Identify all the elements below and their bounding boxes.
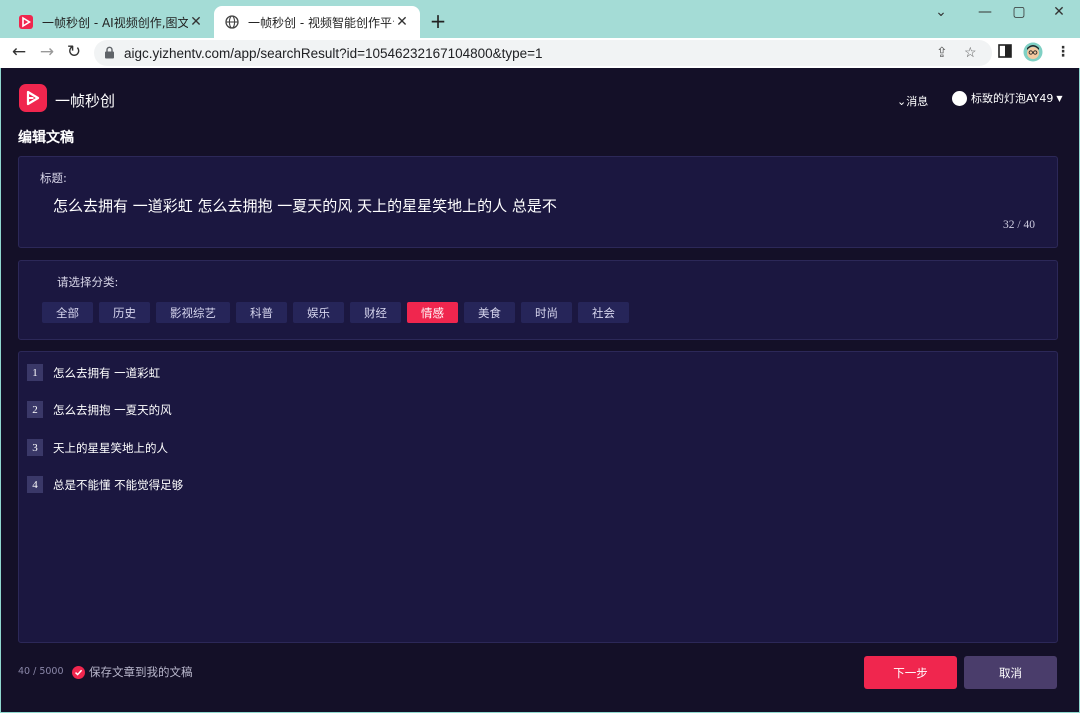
save-to-drafts-checkbox[interactable]: 保存文章到我的文稿 (72, 664, 193, 680)
bookmark-star-icon[interactable]: ☆ (964, 44, 977, 61)
share-icon[interactable]: ⇪ (936, 44, 948, 61)
tab-title: 一帧秒创 - AI视频创作,图文转视 (42, 15, 188, 30)
back-icon[interactable]: ← (8, 42, 30, 62)
line-text[interactable]: 总是不能懂 不能觉得足够 (53, 477, 183, 493)
page-title: 编辑文稿 (18, 130, 74, 146)
script-line[interactable]: 2 怎么去拥抱 一夏天的风 (27, 401, 172, 418)
line-number: 1 (27, 364, 43, 381)
checkmark-icon (72, 665, 85, 679)
title-label: 标题: (40, 171, 67, 185)
script-line[interactable]: 3 天上的星星笑地上的人 (27, 439, 168, 456)
address-bar[interactable]: aigc.yizhentv.com/app/searchResult?id=10… (94, 40, 992, 66)
forward-icon[interactable]: → (36, 42, 58, 62)
browser-titlebar: 一帧秒创 - AI视频创作,图文转视 ✕ 一帧秒创 - 视频智能创作平台 - A… (0, 0, 1080, 38)
caret-down-icon: ▼ (1056, 93, 1063, 103)
save-label: 保存文章到我的文稿 (89, 665, 193, 679)
line-number: 3 (27, 439, 43, 456)
category-label: 请选择分类: (57, 275, 119, 289)
app-root: 一帧秒创 ⌄消息 标致的灯泡AY49 ▼ 编辑文稿 标题: 怎么去拥有 一道彩虹… (1, 68, 1079, 712)
cancel-button[interactable]: 取消 (964, 656, 1057, 689)
category-chip-history[interactable]: 历史 (99, 302, 150, 323)
title-input[interactable]: 怎么去拥有 一道彩虹 怎么去拥抱 一夏天的风 天上的星星笑地上的人 总是不 (53, 195, 557, 216)
line-text[interactable]: 天上的星星笑地上的人 (53, 440, 168, 456)
category-chip-entertainment[interactable]: 娱乐 (293, 302, 344, 323)
category-chip-film-tv[interactable]: 影视综艺 (156, 302, 230, 323)
category-chip-all[interactable]: 全部 (42, 302, 93, 323)
browser-tab-2[interactable]: 一帧秒创 - 视频智能创作平台 - A ✕ (214, 6, 420, 38)
tab-title: 一帧秒创 - 视频智能创作平台 - A (248, 15, 394, 30)
category-chip-society[interactable]: 社会 (578, 302, 629, 323)
new-tab-icon[interactable]: + (428, 9, 448, 33)
avatar (952, 90, 967, 106)
content-char-counter: 40 / 5000 (18, 666, 64, 677)
category-chip-emotion[interactable]: 情感 (407, 302, 458, 323)
category-panel: 请选择分类: 全部 历史 影视综艺 科普 娱乐 财经 情感 美食 时尚 社会 (18, 260, 1058, 340)
close-tab-icon[interactable]: ✕ (394, 14, 410, 30)
url-text: aigc.yizhentv.com/app/searchResult?id=10… (124, 45, 543, 61)
side-panel-icon[interactable] (998, 44, 1012, 62)
minimize-icon[interactable]: — (970, 4, 1000, 20)
reload-icon[interactable]: ↻ (63, 42, 85, 62)
title-char-counter: 32 / 40 (1003, 219, 1035, 231)
line-number: 2 (27, 401, 43, 418)
script-line[interactable]: 4 总是不能懂 不能觉得足够 (27, 476, 183, 493)
category-chip-science[interactable]: 科普 (236, 302, 287, 323)
line-number: 4 (27, 476, 43, 493)
close-window-icon[interactable]: ✕ (1044, 4, 1074, 20)
browser-tab-1[interactable]: 一帧秒创 - AI视频创作,图文转视 ✕ (8, 6, 214, 38)
user-menu[interactable]: 标致的灯泡AY49 ▼ (952, 90, 1063, 106)
line-text[interactable]: 怎么去拥抱 一夏天的风 (53, 402, 172, 418)
username: 标致的灯泡AY49 (971, 92, 1054, 105)
chevron-down-icon[interactable]: ⌄ (926, 4, 956, 20)
profile-avatar-icon[interactable] (1023, 42, 1043, 66)
brand-name[interactable]: 一帧秒创 (55, 90, 115, 111)
category-chip-fashion[interactable]: 时尚 (521, 302, 572, 323)
category-chip-finance[interactable]: 财经 (350, 302, 401, 323)
category-list: 全部 历史 影视综艺 科普 娱乐 财经 情感 美食 时尚 社会 (42, 302, 629, 323)
script-line[interactable]: 1 怎么去拥有 一道彩虹 (27, 364, 160, 381)
brand-logo-icon[interactable] (19, 84, 47, 112)
maximize-icon[interactable]: ▢ (1004, 4, 1034, 20)
lock-icon (104, 46, 115, 59)
yizhen-favicon-icon (18, 14, 34, 30)
category-chip-food[interactable]: 美食 (464, 302, 515, 323)
close-tab-icon[interactable]: ✕ (188, 14, 204, 30)
title-panel: 标题: 怎么去拥有 一道彩虹 怎么去拥抱 一夏天的风 天上的星星笑地上的人 总是… (18, 156, 1058, 248)
chevron-down-icon: ⌄ (897, 95, 907, 108)
messages-link[interactable]: ⌄消息 (897, 93, 928, 109)
browser-toolbar: ← → ↻ aigc.yizhentv.com/app/searchResult… (0, 38, 1080, 68)
next-step-button[interactable]: 下一步 (864, 656, 957, 689)
line-text[interactable]: 怎么去拥有 一道彩虹 (53, 365, 160, 381)
menu-icon[interactable]: ⋮ (1056, 44, 1070, 60)
script-lines-panel[interactable]: 1 怎么去拥有 一道彩虹 2 怎么去拥抱 一夏天的风 3 天上的星星笑地上的人 … (18, 351, 1058, 643)
globe-icon (224, 14, 240, 30)
